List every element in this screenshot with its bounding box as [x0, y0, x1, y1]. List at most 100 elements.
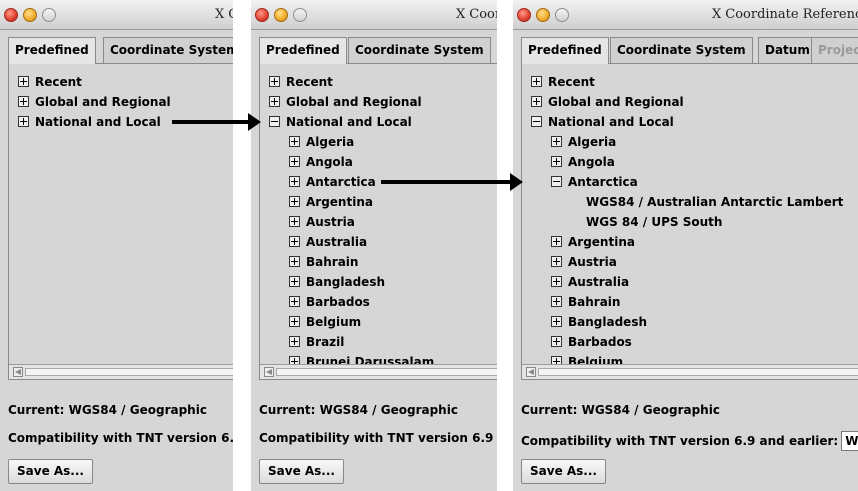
tree-node-country[interactable]: Barbados — [551, 332, 632, 352]
tree-node-global[interactable]: Global and Regional — [531, 92, 684, 112]
plus-toggle-icon[interactable] — [531, 76, 542, 87]
plus-toggle-icon[interactable] — [289, 176, 300, 187]
tree-node-country[interactable]: Algeria — [289, 132, 354, 152]
close-icon[interactable] — [255, 8, 269, 22]
scroll-left-arrow-icon[interactable] — [13, 367, 23, 377]
tree-node-national[interactable]: National and Local — [18, 112, 161, 132]
tree-node-country[interactable]: Argentina — [289, 192, 373, 212]
horizontal-scrollbar[interactable] — [522, 364, 858, 379]
zoom-icon[interactable] — [555, 8, 569, 22]
plus-toggle-icon[interactable] — [289, 136, 300, 147]
tree-node-country[interactable]: Bangladesh — [551, 312, 647, 332]
tree-node-recent[interactable]: Recent — [269, 72, 333, 92]
tree-leaf-crs[interactable]: WGS 84 / UPS South — [586, 212, 722, 232]
title-bar[interactable]: XCoordinate Reference System — [513, 0, 858, 30]
title-bar[interactable]: XCoordinate Reference System — [251, 0, 497, 30]
plus-toggle-icon[interactable] — [269, 76, 280, 87]
plus-toggle-icon[interactable] — [289, 196, 300, 207]
plus-toggle-icon[interactable] — [551, 296, 562, 307]
save-as-button[interactable]: Save As... — [8, 459, 93, 484]
plus-toggle-icon[interactable] — [18, 76, 29, 87]
tree-node-country[interactable]: Australia — [551, 272, 629, 292]
tree-node-country[interactable]: Antarctica — [289, 172, 376, 192]
compatibility-label: Compatibility with TNT version 6.9 and e… — [521, 431, 858, 451]
compatibility-label: Compatibility with TNT version 6.9 and e… — [259, 431, 497, 445]
tree-node-country[interactable]: Bahrain — [551, 292, 620, 312]
tab-coordinate-system[interactable]: Coordinate System — [348, 37, 491, 64]
tree-node-country[interactable]: Algeria — [551, 132, 616, 152]
tab-predefined[interactable]: Predefined — [521, 37, 609, 64]
horizontal-scrollbar[interactable] — [260, 364, 497, 379]
tree-node-country[interactable]: Belgium — [289, 312, 361, 332]
minus-toggle-icon[interactable] — [531, 116, 542, 127]
scroll-trough[interactable] — [538, 368, 858, 376]
zoom-icon[interactable] — [42, 8, 56, 22]
save-as-button[interactable]: Save As... — [259, 459, 344, 484]
tab-predefined[interactable]: Predefined — [259, 37, 347, 64]
plus-toggle-icon[interactable] — [551, 316, 562, 327]
plus-toggle-icon[interactable] — [289, 316, 300, 327]
minus-toggle-icon[interactable] — [551, 176, 562, 187]
crs-tree: Recent Global and Regional National and … — [259, 63, 497, 380]
plus-toggle-icon[interactable] — [289, 296, 300, 307]
tree-leaf-crs[interactable]: WGS84 / Australian Antarctic Lambert — [586, 192, 843, 212]
annotation-arrow-antarctica — [381, 173, 523, 191]
tab-coordinate-system[interactable]: Coordinate System — [103, 37, 233, 64]
window-title: XCoordinate Reference System — [456, 7, 497, 22]
plus-toggle-icon[interactable] — [289, 336, 300, 347]
save-as-button[interactable]: Save As... — [521, 459, 606, 484]
tree-node-country[interactable]: Australia — [289, 232, 367, 252]
scroll-left-arrow-icon[interactable] — [264, 367, 274, 377]
plus-toggle-icon[interactable] — [18, 96, 29, 107]
minimize-icon[interactable] — [536, 8, 550, 22]
plus-toggle-icon[interactable] — [289, 236, 300, 247]
tree-node-global[interactable]: Global and Regional — [18, 92, 171, 112]
tree-node-country[interactable]: Barbados — [289, 292, 370, 312]
tree-node-country[interactable]: Austria — [289, 212, 355, 232]
minus-toggle-icon[interactable] — [269, 116, 280, 127]
plus-toggle-icon[interactable] — [289, 276, 300, 287]
plus-toggle-icon[interactable] — [551, 136, 562, 147]
plus-toggle-icon[interactable] — [289, 156, 300, 167]
scroll-trough[interactable] — [276, 368, 497, 376]
title-bar[interactable]: XCoordinate Reference System — [0, 0, 233, 30]
tab-predefined[interactable]: Predefined — [8, 37, 96, 64]
tree-node-national[interactable]: National and Local — [269, 112, 412, 132]
close-icon[interactable] — [4, 8, 18, 22]
tab-datum[interactable]: Datum — [758, 37, 817, 64]
tree-node-recent[interactable]: Recent — [531, 72, 595, 92]
minimize-icon[interactable] — [274, 8, 288, 22]
tree-node-antarctica[interactable]: Antarctica — [551, 172, 638, 192]
plus-toggle-icon[interactable] — [289, 256, 300, 267]
scroll-left-arrow-icon[interactable] — [526, 367, 536, 377]
tree-node-country[interactable]: Argentina — [551, 232, 635, 252]
tab-bar: Predefined Coordinate System — [259, 37, 497, 64]
plus-toggle-icon[interactable] — [551, 236, 562, 247]
tree-node-country[interactable]: Bahrain — [289, 252, 358, 272]
tree-node-global[interactable]: Global and Regional — [269, 92, 422, 112]
tree-node-recent[interactable]: Recent — [18, 72, 82, 92]
plus-toggle-icon[interactable] — [551, 336, 562, 347]
plus-toggle-icon[interactable] — [551, 256, 562, 267]
crs-tree: Recent Global and Regional National and … — [8, 63, 233, 380]
horizontal-scrollbar[interactable] — [9, 364, 233, 379]
tree-node-country[interactable]: Angola — [551, 152, 615, 172]
tab-coordinate-system[interactable]: Coordinate System — [610, 37, 753, 64]
tree-node-country[interactable]: Angola — [289, 152, 353, 172]
plus-toggle-icon[interactable] — [551, 276, 562, 287]
scroll-trough[interactable] — [25, 368, 233, 376]
tree-node-country[interactable]: Brazil — [289, 332, 344, 352]
close-icon[interactable] — [517, 8, 531, 22]
plus-toggle-icon[interactable] — [18, 116, 29, 127]
zoom-icon[interactable] — [293, 8, 307, 22]
tree-node-country[interactable]: Austria — [551, 252, 617, 272]
plus-toggle-icon[interactable] — [269, 96, 280, 107]
tab-projection[interactable]: Projection — [811, 37, 858, 64]
plus-toggle-icon[interactable] — [289, 216, 300, 227]
plus-toggle-icon[interactable] — [551, 156, 562, 167]
plus-toggle-icon[interactable] — [531, 96, 542, 107]
compatibility-select[interactable]: W — [841, 431, 858, 451]
tree-node-national[interactable]: National and Local — [531, 112, 674, 132]
minimize-icon[interactable] — [23, 8, 37, 22]
tree-node-country[interactable]: Bangladesh — [289, 272, 385, 292]
